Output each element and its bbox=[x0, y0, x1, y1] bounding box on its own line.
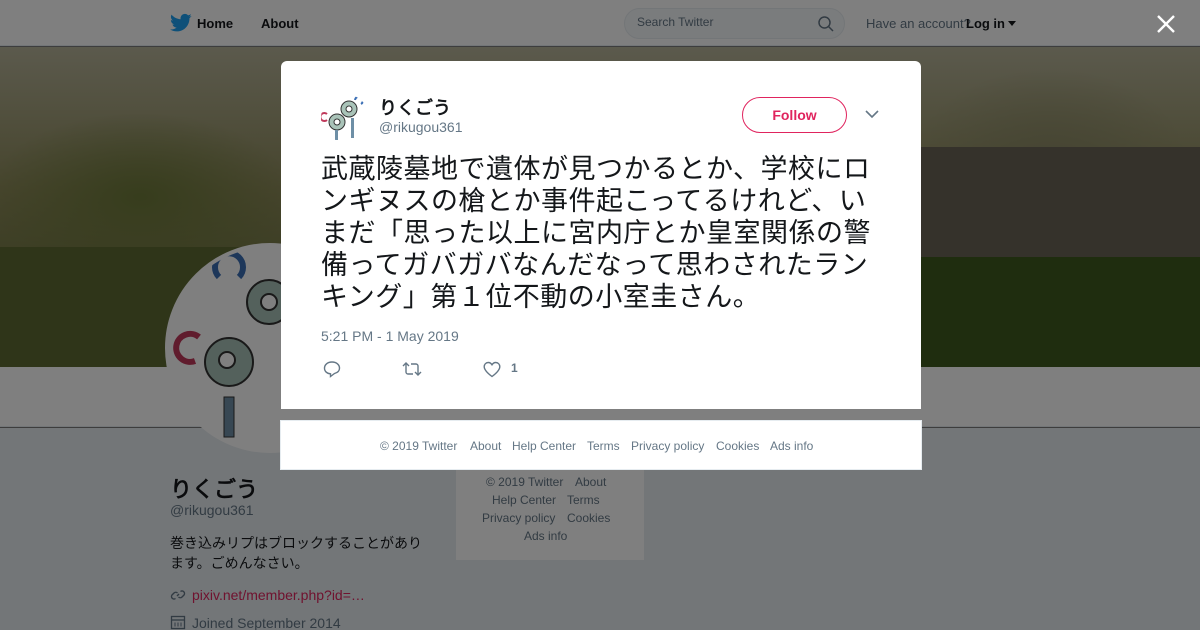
tweet-modal: りくごう @rikugou361 Follow 武蔵陵墓地で遺体が見つかるとか、… bbox=[281, 61, 921, 409]
modal-footer-help-link[interactable]: Help Center bbox=[512, 439, 576, 453]
tweet-author-handle[interactable]: @rikugou361 bbox=[379, 119, 463, 135]
modal-footer-ads-link[interactable]: Ads info bbox=[770, 439, 813, 453]
tweet-author-name[interactable]: りくごう bbox=[379, 94, 451, 120]
modal-footer-copyright: © 2019 Twitter bbox=[380, 439, 458, 453]
modal-footer-cookies-link[interactable]: Cookies bbox=[716, 439, 759, 453]
retweet-icon[interactable] bbox=[402, 360, 422, 378]
tweet-timestamp[interactable]: 5:21 PM - 1 May 2019 bbox=[321, 328, 459, 344]
modal-footer-privacy-link[interactable]: Privacy policy bbox=[631, 439, 704, 453]
like-count: 1 bbox=[511, 361, 518, 375]
tweet-text: 武蔵陵墓地で遺体が見つかるとか、学校にロンギヌスの槍とか事件起こってるけれど、い… bbox=[321, 154, 871, 312]
modal-footer: © 2019 Twitter About Help Center Terms P… bbox=[280, 420, 922, 470]
author-avatar-illustration bbox=[321, 95, 364, 140]
chevron-down-icon[interactable] bbox=[865, 109, 879, 119]
reply-icon[interactable] bbox=[323, 360, 341, 378]
follow-button[interactable]: Follow bbox=[742, 97, 847, 133]
tweet-author-avatar[interactable] bbox=[321, 94, 369, 142]
modal-footer-terms-link[interactable]: Terms bbox=[587, 439, 620, 453]
modal-footer-about-link[interactable]: About bbox=[470, 439, 501, 453]
like-icon[interactable] bbox=[483, 361, 501, 378]
close-icon[interactable] bbox=[1156, 14, 1176, 34]
